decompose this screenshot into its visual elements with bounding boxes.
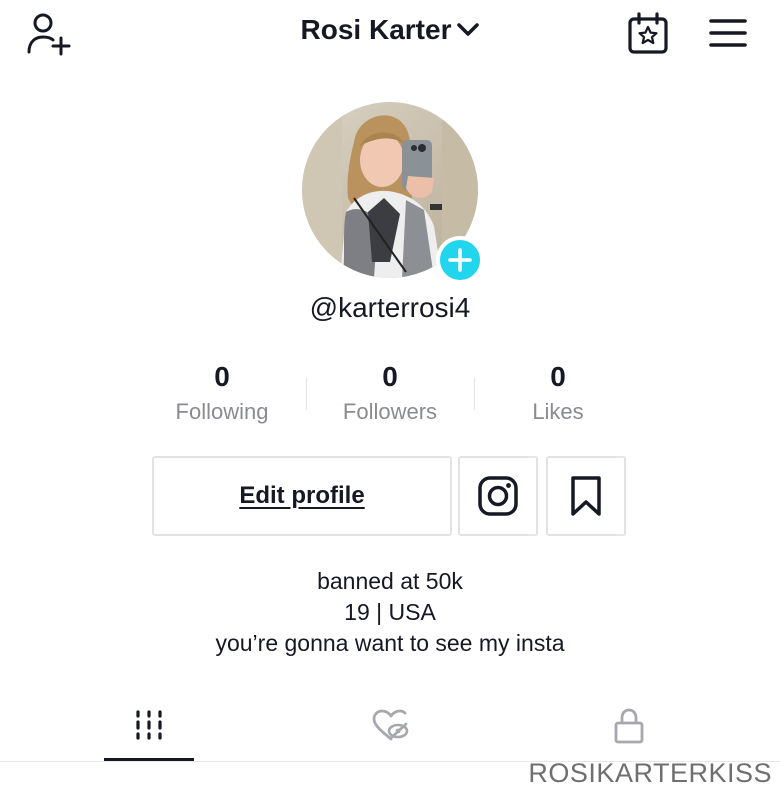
liked-hidden-icon: [372, 709, 409, 741]
bio-line: you’re gonna want to see my insta: [215, 630, 565, 656]
tab-videos[interactable]: [104, 700, 194, 762]
top-bar: Rosi Karter: [0, 0, 780, 70]
content-tabs: [0, 700, 780, 762]
stat-followers[interactable]: 0 Followers: [306, 360, 474, 426]
instagram-icon: [478, 476, 518, 516]
watermark: ROSIKARTERKISS: [528, 758, 772, 788]
hamburger-menu-icon[interactable]: [708, 16, 748, 50]
page-title: Rosi Karter: [300, 14, 452, 45]
bio-line: banned at 50k: [317, 568, 463, 594]
stat-value: 0: [382, 361, 398, 392]
bio-line: 19 | USA: [344, 599, 436, 625]
stat-following[interactable]: 0 Following: [138, 360, 306, 426]
stat-label: Following: [175, 399, 269, 424]
instagram-button[interactable]: [458, 456, 538, 536]
stats-row: 0 Following 0 Followers 0 Likes: [0, 360, 780, 430]
stat-label: Followers: [342, 399, 438, 424]
chevron-down-icon: [457, 23, 480, 36]
grid-icon: [136, 710, 162, 740]
username: @karterrosi4: [309, 292, 471, 323]
lock-icon: [614, 708, 644, 744]
stat-label: Likes: [532, 399, 584, 424]
stat-value: 0: [214, 361, 230, 392]
favorites-button[interactable]: [546, 456, 626, 536]
tab-liked[interactable]: [346, 700, 436, 762]
bookmark-icon: [571, 476, 601, 516]
calendar-star-icon[interactable]: [626, 12, 670, 56]
bio: banned at 50k 19 | USA you’re gonna want…: [0, 566, 780, 659]
add-avatar-button[interactable]: [436, 236, 484, 284]
stat-likes[interactable]: 0 Likes: [474, 360, 642, 426]
stat-value: 0: [550, 361, 566, 392]
tab-private[interactable]: [584, 700, 674, 762]
avatar-container: [302, 102, 484, 284]
account-switcher[interactable]: Rosi Karter: [301, 14, 480, 46]
edit-profile-button[interactable]: Edit profile: [152, 456, 452, 536]
plus-icon: [448, 248, 472, 272]
edit-profile-label: Edit profile: [239, 482, 365, 509]
